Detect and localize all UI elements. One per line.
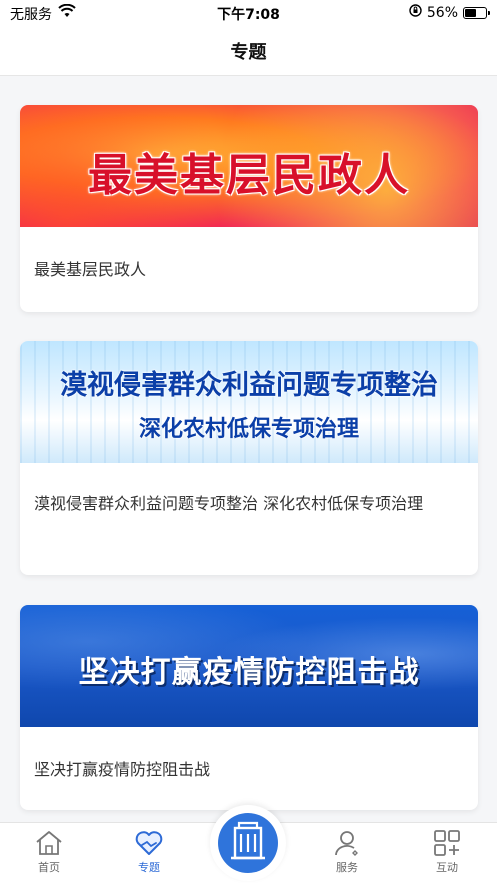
topic-card[interactable]: 最美基层民政人 最美基层民政人 (20, 105, 478, 312)
person-icon (335, 831, 358, 856)
screen: 无服务 下午7:08 56% 专题 最美基层民政人 最美基层民政人 漠视侵害群众… (0, 0, 497, 883)
heart-hands-icon (135, 831, 163, 855)
battery-percent: 56% (426, 4, 458, 21)
nav-bar: 专题 (0, 26, 497, 76)
topic-banner[interactable]: 漠视侵害群众利益问题专项整治 深化农村低保专项治理 (20, 341, 478, 463)
tab-interact[interactable]: 互动 (412, 829, 482, 875)
topic-caption: 漠视侵害群众利益问题专项整治 深化农村低保专项治理 (34, 494, 424, 513)
banner-title: 坚决打赢疫情防控阻击战 (78, 655, 420, 690)
tab-topic[interactable]: 专题 (114, 829, 184, 875)
tab-service[interactable]: 服务 (312, 829, 382, 875)
status-right: 56% (409, 4, 490, 21)
center-tab-button[interactable] (210, 805, 286, 881)
topic-caption: 坚决打赢疫情防控阻击战 (34, 760, 211, 779)
banner-subtitle: 深化农村低保专项治理 (138, 416, 359, 442)
orientation-lock-icon (409, 4, 422, 21)
tab-label: 互动 (436, 861, 458, 874)
battery-icon (463, 6, 490, 19)
tab-home[interactable]: 首页 (14, 829, 84, 875)
banner-title: 最美基层民政人 (88, 150, 410, 201)
building-icon (231, 821, 265, 860)
topic-card[interactable]: 坚决打赢疫情防控阻击战 坚决打赢疫情防控阻击战 (20, 605, 478, 810)
grid-icon (434, 830, 460, 856)
topic-caption: 最美基层民政人 (34, 260, 147, 279)
page-title: 专题 (230, 42, 267, 63)
tab-label: 服务 (336, 861, 358, 874)
tab-label: 专题 (138, 861, 160, 874)
topic-banner[interactable]: 坚决打赢疫情防控阻击战 (20, 605, 478, 727)
topic-card[interactable]: 漠视侵害群众利益问题专项整治 深化农村低保专项治理 漠视侵害群众利益问题专项整治… (20, 341, 478, 575)
banner-title: 漠视侵害群众利益问题专项整治 (60, 370, 438, 401)
topic-banner[interactable]: 最美基层民政人 (20, 105, 478, 227)
tab-label: 首页 (38, 861, 60, 874)
status-bar: 无服务 下午7:08 56% (0, 0, 497, 26)
home-icon (36, 831, 62, 855)
